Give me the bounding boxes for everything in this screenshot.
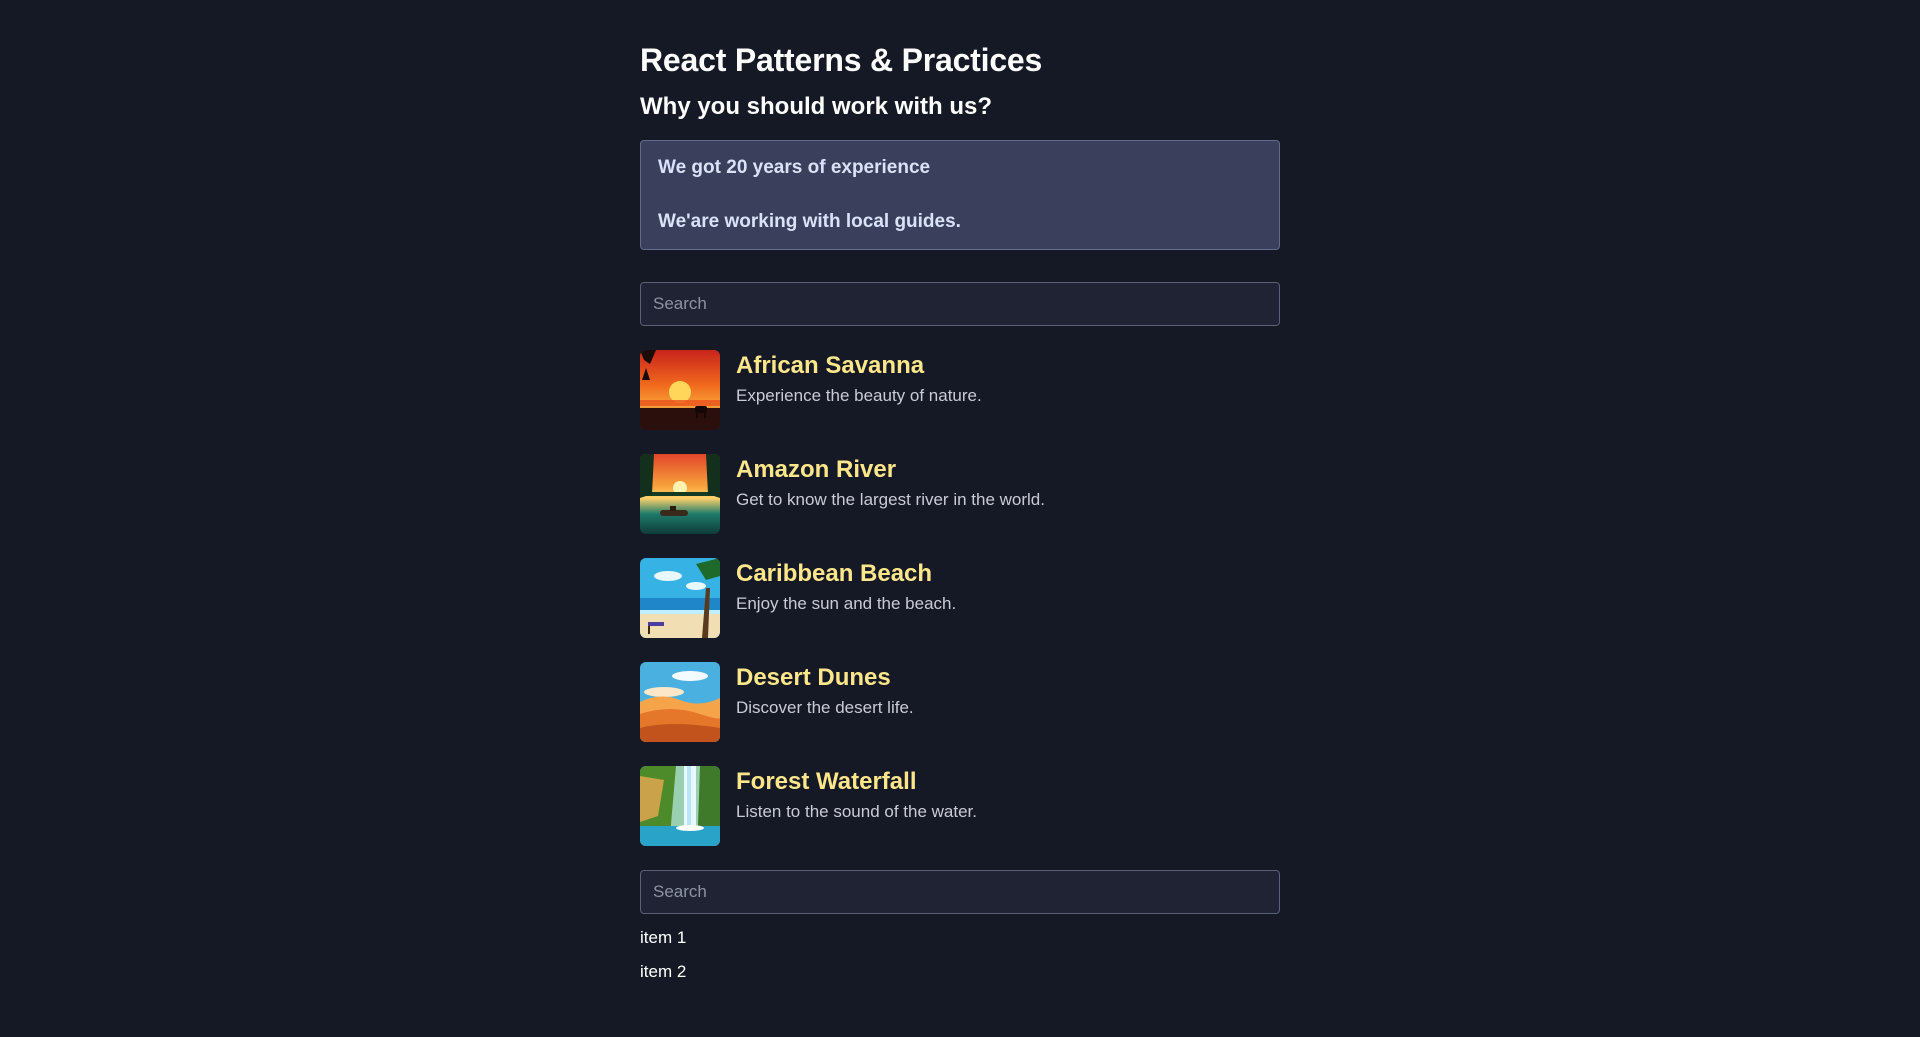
destination-name: African Savanna — [736, 352, 925, 379]
destination-list: African Savanna Experience the beauty of… — [640, 350, 1280, 846]
destination-search-input[interactable] — [640, 282, 1280, 326]
destination-description: Listen to the sound of the water. — [736, 802, 977, 821]
destination-name: Desert Dunes — [736, 664, 891, 691]
page-title: React Patterns & Practices — [640, 42, 1043, 78]
destination-item[interactable]: Desert Dunes Discover the desert life. — [640, 662, 1280, 742]
river-image — [640, 454, 720, 534]
reason-item: We'are working with local guides. — [658, 211, 961, 232]
reason-item: We got 20 years of experience — [658, 157, 931, 178]
destination-description: Experience the beauty of nature. — [736, 386, 982, 405]
desert-image — [640, 662, 720, 742]
destination-name: Amazon River — [736, 456, 897, 483]
destination-item[interactable]: Amazon River Get to know the largest riv… — [640, 454, 1280, 534]
destination-description: Get to know the largest river in the wor… — [736, 490, 1045, 509]
page-container: React Patterns & Practices Why you shoul… — [640, 40, 1280, 982]
destination-item[interactable]: Caribbean Beach Enjoy the sun and the be… — [640, 558, 1280, 638]
list-item: item 1 — [640, 928, 687, 947]
reasons-panel: We got 20 years of experience We'are wor… — [640, 140, 1280, 250]
savanna-image — [640, 350, 720, 430]
destination-item[interactable]: Forest Waterfall Listen to the sound of … — [640, 766, 1280, 846]
item-search-input[interactable] — [640, 870, 1280, 914]
list-item: item 2 — [640, 962, 687, 981]
destination-name: Forest Waterfall — [736, 768, 917, 795]
destination-description: Discover the desert life. — [736, 698, 914, 717]
destination-name: Caribbean Beach — [736, 560, 933, 587]
destination-description: Enjoy the sun and the beach. — [736, 594, 957, 613]
page-subtitle: Why you should work with us? — [640, 93, 992, 120]
destination-item[interactable]: African Savanna Experience the beauty of… — [640, 350, 1280, 430]
waterfall-image — [640, 766, 720, 846]
beach-image — [640, 558, 720, 638]
item-list: item 1 item 2 — [640, 928, 1280, 982]
